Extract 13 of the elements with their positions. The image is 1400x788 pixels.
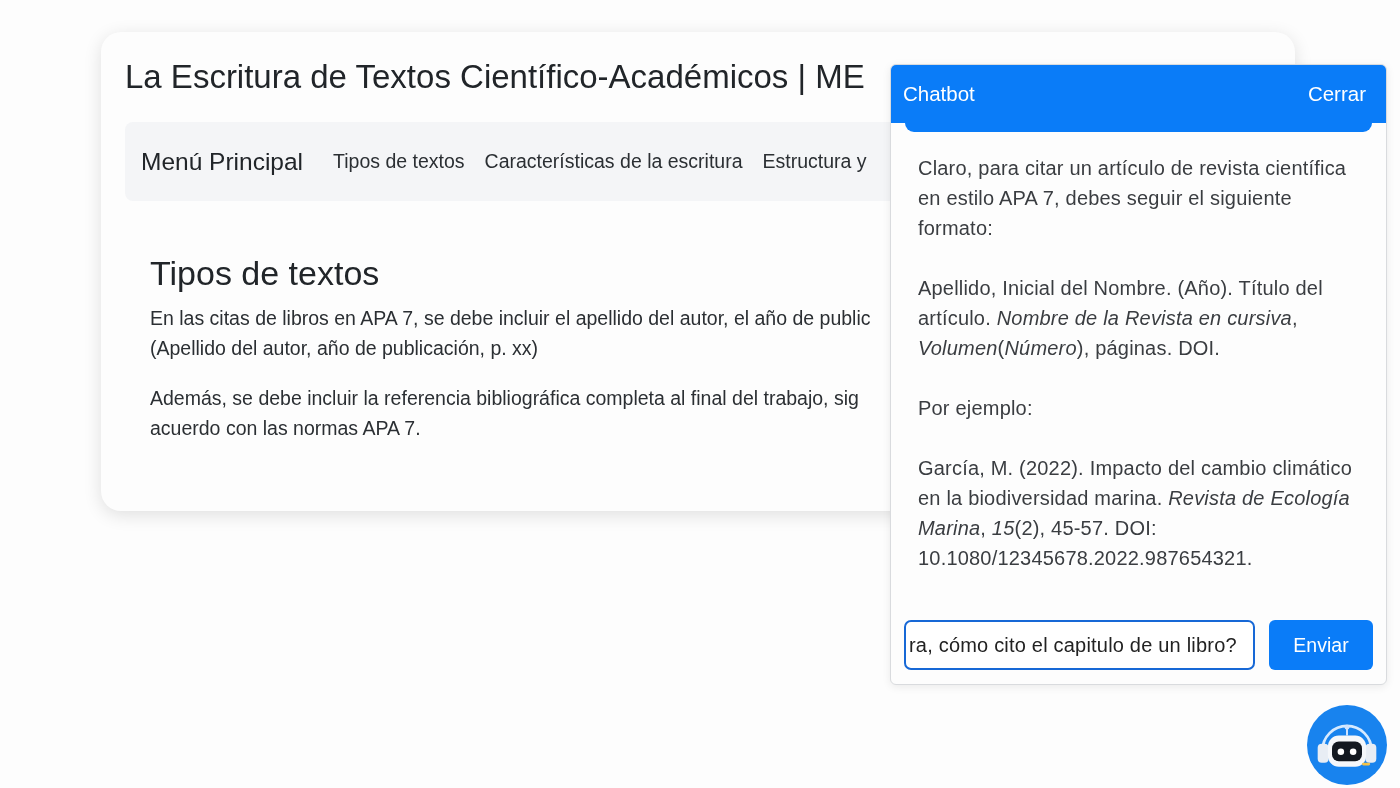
- bot-message: Claro, para citar un artículo de revista científica en estilo APA 7, debes seguir el siguiente formato: Apellido, Inicial del Nombre. (Año). Título del artículo. Nombre de la Revista en cursiva, Volumen(Número), páginas. DOI. Por ejemplo: García, M. (2022). Impacto del cambio climático en la biodiversidad marina. Revista de Ecología Marina, 15(2), 45-57. DOI: 10.1080/12345678.2022.987654321.: [918, 156, 1353, 571]
- message-input[interactable]: ra, cómo cito el capitulo de un libro?: [904, 620, 1255, 670]
- close-button[interactable]: Cerrar: [1307, 82, 1366, 106]
- send-button[interactable]: Enviar: [1269, 620, 1373, 670]
- nav-link[interactable]: Estructura y: [762, 150, 867, 173]
- page-title: La Escritura de Textos Científico-Académicos | ME: [125, 58, 865, 96]
- nav-link[interactable]: Características de la escritura: [484, 150, 743, 173]
- paragraph: En las citas de libros en APA 7, se debe incluir el apellido del autor, el año de public (Apellido del autor, año de publicación, p. xx): [150, 306, 871, 361]
- paragraph: Además, se debe incluir la referencia bibliográfica completa al final del trabajo, sig acuerdo con las normas APA 7.: [150, 386, 859, 441]
- navbar-brand[interactable]: Menú Principal: [141, 147, 304, 176]
- section-heading: Tipos de textos: [150, 253, 380, 293]
- nav-link[interactable]: Tipos de textos: [333, 150, 465, 173]
- chatbot-title: Chatbot: [903, 82, 975, 106]
